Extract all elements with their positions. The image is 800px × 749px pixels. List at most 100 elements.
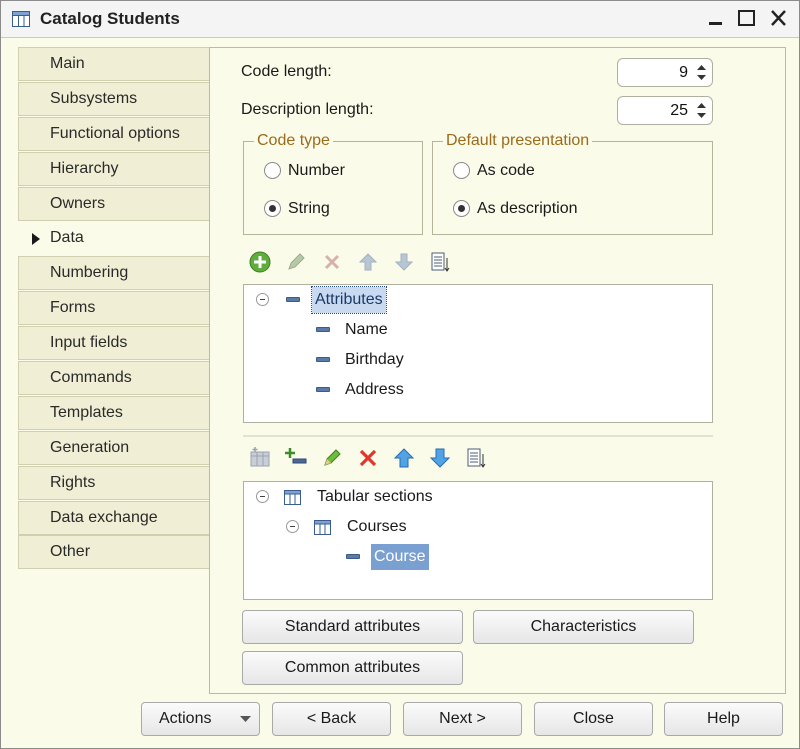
standard-attributes-button[interactable]: Standard attributes xyxy=(242,610,463,644)
tree-label-selected: Course xyxy=(371,544,429,570)
nav-item-templates[interactable]: Templates xyxy=(18,395,210,430)
tabular-section-icon xyxy=(284,490,301,505)
radio-label: As code xyxy=(477,162,535,179)
nav-item-label: Forms xyxy=(50,299,96,317)
sort-list-button[interactable] xyxy=(428,250,452,274)
nav-item-other[interactable]: Other xyxy=(18,535,210,570)
move-up-tabular-button[interactable] xyxy=(392,446,416,470)
add-tabular-section-icon xyxy=(250,447,270,467)
add-tabular-attribute-button[interactable] xyxy=(284,446,308,470)
maximize-button[interactable] xyxy=(734,7,760,31)
radio-button-checked[interactable] xyxy=(453,200,470,217)
help-button[interactable]: Help xyxy=(664,702,783,736)
add-icon xyxy=(249,251,271,273)
maximize-icon xyxy=(738,10,755,26)
common-attributes-button[interactable]: Common attributes xyxy=(242,651,463,685)
nav-item-subsystems[interactable]: Subsystems xyxy=(18,81,210,116)
close-button[interactable] xyxy=(766,7,792,31)
radio-label: String xyxy=(288,200,330,217)
catalog-editor-window: Catalog Students Main Subsystems Functio… xyxy=(0,0,800,749)
code-length-input[interactable] xyxy=(622,62,688,83)
nav-item-data[interactable]: Data xyxy=(18,221,210,256)
nav-item-label: Data xyxy=(50,229,84,247)
nav-item-data-exchange[interactable]: Data exchange xyxy=(18,500,210,535)
nav-item-label: Data exchange xyxy=(50,508,158,526)
add-tabular-section-button[interactable] xyxy=(248,446,272,470)
attribute-icon xyxy=(286,297,300,302)
radio-button-checked[interactable] xyxy=(264,200,281,217)
tabular-section-icon xyxy=(314,520,331,535)
spin-arrows-icon[interactable] xyxy=(694,62,709,83)
spin-arrows-icon[interactable] xyxy=(694,100,709,121)
close-dialog-button[interactable]: Close xyxy=(534,702,653,736)
description-length-spinner xyxy=(617,96,713,125)
edit-attribute-button[interactable] xyxy=(284,250,308,274)
nav-item-label: Input fields xyxy=(50,334,128,352)
nav-item-label: Other xyxy=(50,543,91,561)
move-up-icon xyxy=(358,253,378,271)
nav-item-label: Functional options xyxy=(50,124,180,142)
next-button[interactable]: Next > xyxy=(403,702,522,736)
sort-list-icon xyxy=(467,448,486,468)
tree-label: Tabular sections xyxy=(317,488,433,505)
tree-label: Courses xyxy=(347,518,407,535)
attribute-icon xyxy=(316,327,330,332)
nav-item-forms[interactable]: Forms xyxy=(18,291,210,326)
sort-tabular-button[interactable] xyxy=(464,446,488,470)
tree-label: Name xyxy=(345,321,388,338)
characteristics-button[interactable]: Characteristics xyxy=(473,610,694,644)
radio-button[interactable] xyxy=(264,162,281,179)
minimize-icon xyxy=(709,22,722,25)
delete-attribute-button[interactable] xyxy=(320,250,344,274)
nav-item-functional-options[interactable]: Functional options xyxy=(18,116,210,151)
sidebar-nav: Main Subsystems Functional options Hiera… xyxy=(18,47,210,570)
nav-item-label: Commands xyxy=(50,369,132,387)
sort-list-icon xyxy=(431,252,450,272)
collapse-icon[interactable] xyxy=(256,293,269,306)
default-presentation-group: Default presentation As code As descript… xyxy=(432,132,713,235)
nav-item-label: Main xyxy=(50,55,85,72)
edit-tabular-button[interactable] xyxy=(320,446,344,470)
nav-item-generation[interactable]: Generation xyxy=(18,430,210,465)
minimize-button[interactable] xyxy=(703,7,729,31)
collapse-icon[interactable] xyxy=(256,490,269,503)
nav-item-commands[interactable]: Commands xyxy=(18,361,210,396)
delete-tabular-button[interactable] xyxy=(356,446,380,470)
nav-item-input-fields[interactable]: Input fields xyxy=(18,326,210,361)
move-up-button[interactable] xyxy=(356,250,380,274)
move-down-button[interactable] xyxy=(392,250,416,274)
table-icon xyxy=(12,11,30,27)
move-down-icon xyxy=(429,448,451,468)
close-icon xyxy=(771,10,786,26)
nav-item-owners[interactable]: Owners xyxy=(18,186,210,221)
divider xyxy=(243,435,713,437)
edit-icon xyxy=(324,449,341,466)
nav-item-label: Templates xyxy=(50,403,123,421)
nav-item-label: Generation xyxy=(50,438,130,456)
actions-label: Actions xyxy=(159,710,212,727)
description-length-input[interactable] xyxy=(622,100,688,121)
nav-item-label: Hierarchy xyxy=(50,159,119,177)
nav-item-rights[interactable]: Rights xyxy=(18,465,210,500)
radio-label: As description xyxy=(477,200,578,217)
nav-item-numbering[interactable]: Numbering xyxy=(18,256,210,291)
collapse-icon[interactable] xyxy=(286,520,299,533)
add-attribute-button[interactable] xyxy=(248,250,272,274)
tabular-toolbar xyxy=(248,446,498,470)
description-length-label: Description length: xyxy=(241,101,374,118)
active-marker-icon xyxy=(32,233,40,246)
radio-button[interactable] xyxy=(453,162,470,179)
actions-button[interactable]: Actions xyxy=(141,702,260,736)
attributes-toolbar xyxy=(248,250,468,274)
attribute-icon xyxy=(346,554,360,559)
code-length-label: Code length: xyxy=(241,63,332,80)
nav-item-main[interactable]: Main xyxy=(18,47,210,81)
nav-item-label: Numbering xyxy=(50,264,129,282)
back-button[interactable]: < Back xyxy=(272,702,391,736)
attribute-icon xyxy=(316,387,330,392)
attribute-icon xyxy=(316,357,330,362)
move-down-tabular-button[interactable] xyxy=(428,446,452,470)
chevron-down-icon xyxy=(240,716,251,722)
nav-item-hierarchy[interactable]: Hierarchy xyxy=(18,151,210,186)
window-title: Catalog Students xyxy=(40,9,180,28)
